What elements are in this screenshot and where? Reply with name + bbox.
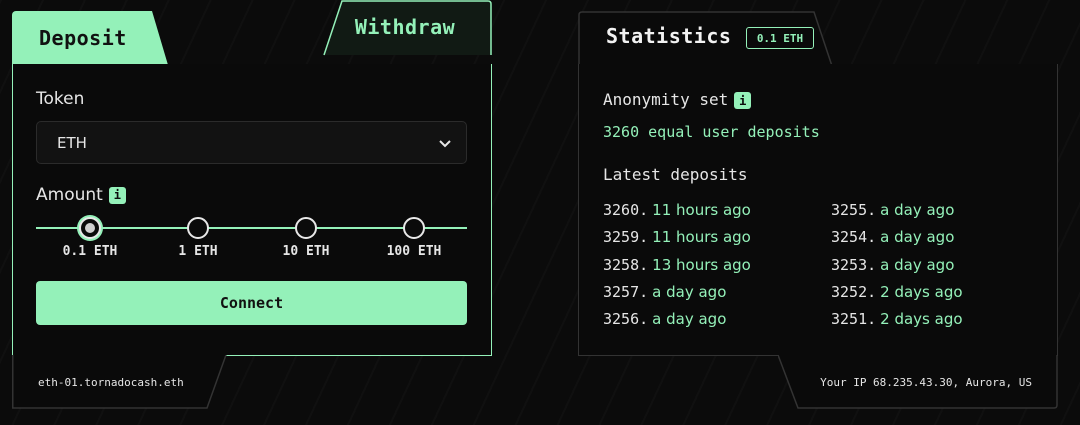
tab-withdraw[interactable]: Withdraw xyxy=(330,0,480,54)
amount-option-label[interactable]: 1 ETH xyxy=(158,244,238,259)
deposit-row: 3251. 2 days ago xyxy=(831,310,963,328)
amount-label: Amount xyxy=(36,185,103,205)
deposit-time: a day ago xyxy=(880,255,955,274)
deposit-row: 3257. a day ago xyxy=(603,283,726,301)
deposit-row: 3259. 11 hours ago xyxy=(603,228,751,246)
deposit-time: 2 days ago xyxy=(880,282,963,301)
deposit-id: 3252. xyxy=(831,282,877,301)
amount-label-row: Amount i xyxy=(36,185,126,205)
deposit-time: a day ago xyxy=(652,310,727,329)
deposit-time: a day ago xyxy=(880,201,955,219)
deposit-id: 3253. xyxy=(831,255,877,274)
amount-option-label[interactable]: 0.1 ETH xyxy=(50,244,130,259)
deposit-row: 3255. a day ago xyxy=(831,201,954,219)
ip-info: Your IP 68.235.43.30, Aurora, US xyxy=(820,376,1032,389)
amount-option-label[interactable]: 10 ETH xyxy=(266,244,346,259)
tab-deposit[interactable]: Deposit xyxy=(12,11,168,65)
deposit-id: 3251. xyxy=(831,310,877,329)
amount-option-1-dot[interactable] xyxy=(187,217,209,239)
anonymity-set-row: Anonymity set i xyxy=(603,90,752,109)
deposit-time: 11 hours ago xyxy=(652,201,751,219)
deposit-time: 13 hours ago xyxy=(652,255,751,274)
deposit-row: 3254. a day ago xyxy=(831,228,954,246)
chevron-down-icon xyxy=(439,140,451,148)
anonymity-set-label: Anonymity set xyxy=(603,90,729,109)
token-select-value: ETH xyxy=(57,133,87,152)
token-label: Token xyxy=(36,89,85,109)
amount-option-100-dot[interactable] xyxy=(403,217,425,239)
deposit-row: 3258. 13 hours ago xyxy=(603,256,751,274)
deposit-row: 3260. 11 hours ago xyxy=(603,201,751,219)
info-icon[interactable]: i xyxy=(734,92,752,109)
token-select[interactable]: ETH xyxy=(36,121,467,164)
deposit-time: 11 hours ago xyxy=(652,228,751,247)
deposit-row: 3252. 2 days ago xyxy=(831,283,963,301)
connect-button[interactable]: Connect xyxy=(36,281,467,325)
deposit-id: 3254. xyxy=(831,228,877,247)
deposit-row: 3256. a day ago xyxy=(603,310,726,328)
ens-domain: eth-01.tornadocash.eth xyxy=(38,376,184,389)
deposit-time: 2 days ago xyxy=(880,310,963,329)
amount-option-label[interactable]: 100 ETH xyxy=(374,244,454,259)
amount-option-10-dot[interactable] xyxy=(295,217,317,239)
deposit-id: 3256. xyxy=(603,310,649,329)
deposit-time: a day ago xyxy=(652,282,727,301)
anonymity-set-value: 3260 equal user deposits xyxy=(603,123,820,141)
deposit-row: 3253. a day ago xyxy=(831,256,954,274)
amount-option-0-1-dot[interactable] xyxy=(79,217,101,239)
latest-deposits-label: Latest deposits xyxy=(603,165,748,184)
deposit-id: 3259. xyxy=(603,228,649,247)
info-icon[interactable]: i xyxy=(108,186,126,204)
deposit-time: a day ago xyxy=(880,228,955,247)
deposit-id: 3255. xyxy=(831,201,877,219)
deposit-id: 3257. xyxy=(603,282,649,301)
pool-badge: 0.1 ETH xyxy=(746,27,814,49)
statistics-title: Statistics xyxy=(606,24,732,48)
deposit-id: 3258. xyxy=(603,255,649,274)
deposit-id: 3260. xyxy=(603,201,649,219)
